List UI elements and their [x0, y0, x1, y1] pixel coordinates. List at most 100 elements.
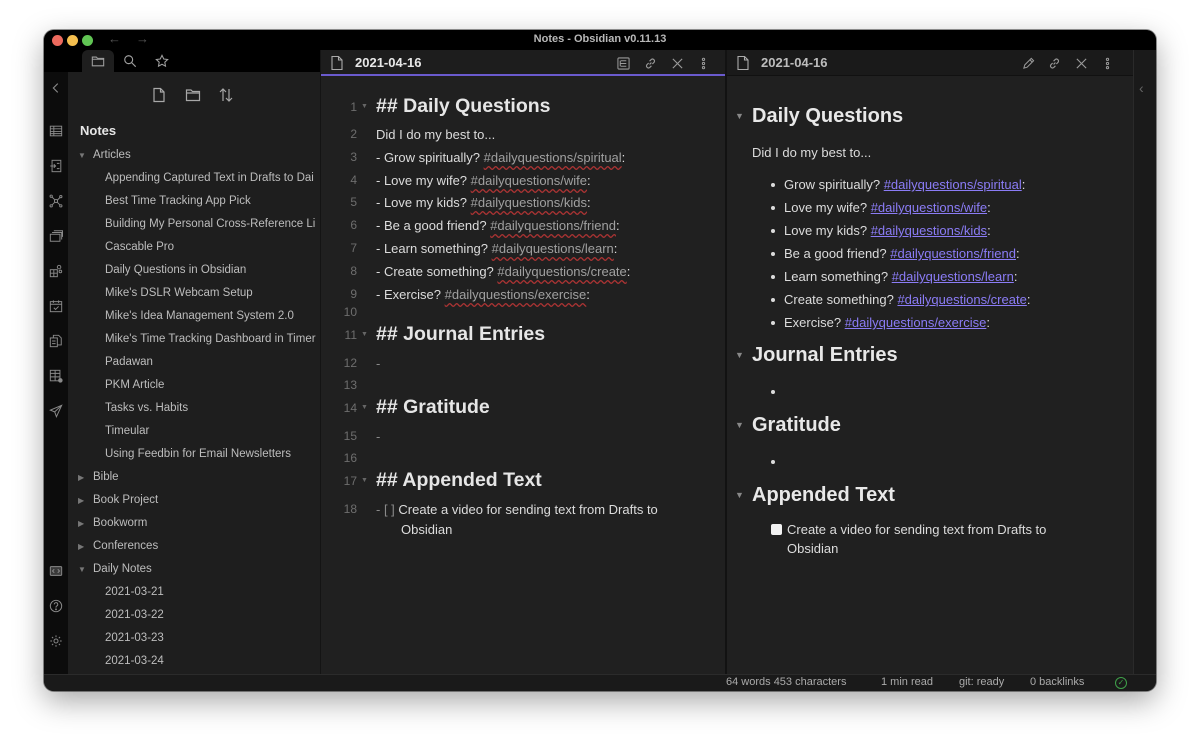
tree-item-label: Using Feedbin for Email Newsletters	[105, 448, 291, 460]
close-icon[interactable]	[1073, 55, 1089, 71]
caret-right-icon[interactable]: ▶	[78, 466, 84, 489]
fold-caret-icon[interactable]: ▼	[361, 477, 368, 484]
kanban-icon[interactable]	[48, 368, 64, 384]
collapse-heading-icon[interactable]: ▼	[735, 490, 744, 500]
table-icon[interactable]	[48, 123, 64, 139]
collapse-left-icon[interactable]	[48, 80, 64, 96]
new-folder-icon[interactable]	[184, 86, 202, 104]
tab-file-explorer[interactable]	[82, 50, 114, 72]
collapse-heading-icon[interactable]: ▼	[735, 420, 744, 430]
tree-file[interactable]: Mike's DSLR Webcam Setup	[68, 282, 320, 305]
graph-view-icon[interactable]	[48, 193, 64, 209]
fold-caret-icon[interactable]: ▼	[361, 404, 368, 411]
tree-item-label: Articles	[93, 149, 131, 161]
tree-file[interactable]: Appending Captured Text in Drafts to Dai	[68, 167, 320, 190]
tree-file[interactable]: 2021-03-22	[68, 604, 320, 627]
tree-folder[interactable]: ▼ Daily Notes	[68, 558, 320, 581]
tag-link[interactable]: #dailyquestions/create	[897, 292, 1026, 307]
tag-link[interactable]: #dailyquestions/learn	[492, 241, 614, 256]
preview-toggle-icon[interactable]	[615, 55, 631, 71]
line-number: 9	[350, 287, 357, 301]
caret-right-icon[interactable]: ▶	[78, 512, 84, 535]
item-text: Learn something?	[784, 269, 892, 284]
collapse-heading-icon[interactable]: ▼	[735, 350, 744, 360]
tree-file[interactable]: 2021-03-23	[68, 627, 320, 650]
line-number: 17	[343, 474, 357, 488]
tree-file[interactable]: 2021-03-24	[68, 650, 320, 673]
tag-link[interactable]: #dailyquestions/friend	[890, 246, 1016, 261]
preview-note-title[interactable]: 2021-04-16	[761, 55, 828, 70]
tag-link[interactable]: #dailyquestions/learn	[892, 269, 1014, 284]
tag-link[interactable]: #dailyquestions/kids	[471, 195, 587, 210]
tree-file[interactable]: Daily Questions in Obsidian	[68, 259, 320, 282]
fold-caret-icon[interactable]: ▼	[361, 103, 368, 110]
caret-down-icon[interactable]: ▼	[78, 558, 86, 581]
tag-link[interactable]: #dailyquestions/wife	[471, 173, 587, 188]
tag-link[interactable]: #dailyquestions/kids	[871, 223, 987, 238]
sort-icon[interactable]	[217, 86, 235, 104]
tag-link[interactable]: #dailyquestions/friend	[490, 218, 616, 233]
tree-folder[interactable]: ▶ Conferences	[68, 535, 320, 558]
new-note-icon[interactable]	[150, 86, 168, 104]
grid-plugin-icon[interactable]	[48, 263, 64, 279]
tree-file[interactable]: PKM Article	[68, 374, 320, 397]
link-icon[interactable]	[642, 55, 658, 71]
more-options-icon[interactable]	[1099, 55, 1115, 71]
caret-right-icon[interactable]: ▶	[78, 489, 84, 512]
tree-file[interactable]: Building My Personal Cross-Reference Li	[68, 213, 320, 236]
cards-icon[interactable]	[48, 228, 64, 244]
tab-starred[interactable]	[146, 50, 178, 72]
sync-ok-check-icon[interactable]: ✓	[1115, 677, 1127, 689]
copy-icon[interactable]	[48, 333, 64, 349]
more-options-icon[interactable]	[695, 55, 711, 71]
send-icon[interactable]	[48, 403, 64, 419]
task-checkbox[interactable]	[771, 524, 782, 536]
line-number: 4	[350, 173, 357, 187]
tree-folder[interactable]: ▶ Bible	[68, 466, 320, 489]
edit-pencil-icon[interactable]	[1020, 55, 1036, 71]
tree-file[interactable]: Timeular	[68, 420, 320, 443]
note-title[interactable]: 2021-04-16	[355, 55, 422, 70]
list-dash: -	[376, 429, 381, 444]
collapse-heading-icon[interactable]: ▼	[735, 111, 744, 121]
tree-file[interactable]: Mike's Idea Management System 2.0	[68, 305, 320, 328]
tab-search[interactable]	[114, 50, 146, 72]
link-icon[interactable]	[1046, 55, 1062, 71]
backlinks-count[interactable]: 0 backlinks	[1030, 676, 1084, 688]
line-number: 3	[350, 150, 357, 164]
text-line: Did I do my best to...	[376, 127, 496, 142]
fold-caret-icon[interactable]: ▼	[361, 331, 368, 338]
tree-file[interactable]: Mike's Time Tracking Dashboard in Timer	[68, 328, 320, 351]
git-status[interactable]: git: ready	[959, 676, 1004, 688]
close-icon[interactable]	[669, 55, 685, 71]
tree-folder[interactable]: ▶ Book Project	[68, 489, 320, 512]
tree-item-label: Mike's DSLR Webcam Setup	[105, 287, 253, 299]
tree-folder[interactable]: ▼ Articles	[68, 144, 320, 167]
tree-file[interactable]: Cascable Pro	[68, 236, 320, 259]
help-icon[interactable]	[48, 598, 64, 614]
item-text: Create something?	[784, 292, 898, 307]
import-icon[interactable]	[48, 158, 64, 174]
editor-pane-source: 2021-04-16 1 ▼ ## Daily Questions 2 Did I do…	[321, 50, 725, 680]
vault-switch-icon[interactable]	[48, 563, 64, 579]
tree-item-label: 2021-03-23	[105, 632, 164, 644]
tag-link[interactable]: #dailyquestions/exercise	[845, 315, 987, 330]
tag-link[interactable]: #dailyquestions/spiritual	[484, 150, 622, 165]
tag-link[interactable]: #dailyquestions/wife	[871, 200, 987, 215]
item-suffix: :	[613, 241, 618, 256]
tree-folder[interactable]: ▶ Bookworm	[68, 512, 320, 535]
tree-file[interactable]: Using Feedbin for Email Newsletters	[68, 443, 320, 466]
tree-file[interactable]: Padawan	[68, 351, 320, 374]
tag-link[interactable]: #dailyquestions/spiritual	[884, 177, 1022, 192]
expand-right-sidebar-icon[interactable]: ‹	[1139, 80, 1144, 96]
tag-link[interactable]: #dailyquestions/exercise	[445, 287, 587, 302]
tree-file[interactable]: Tasks vs. Habits	[68, 397, 320, 420]
tag-link[interactable]: #dailyquestions/create	[497, 264, 626, 279]
caret-down-icon[interactable]: ▼	[78, 144, 86, 167]
tree-file[interactable]: Best Time Tracking App Pick	[68, 190, 320, 213]
calendar-icon[interactable]	[48, 298, 64, 314]
tree-file[interactable]: 2021-03-21	[68, 581, 320, 604]
settings-icon[interactable]	[48, 633, 64, 649]
preview-heading: Daily Questions	[752, 105, 904, 127]
caret-right-icon[interactable]: ▶	[78, 535, 84, 558]
